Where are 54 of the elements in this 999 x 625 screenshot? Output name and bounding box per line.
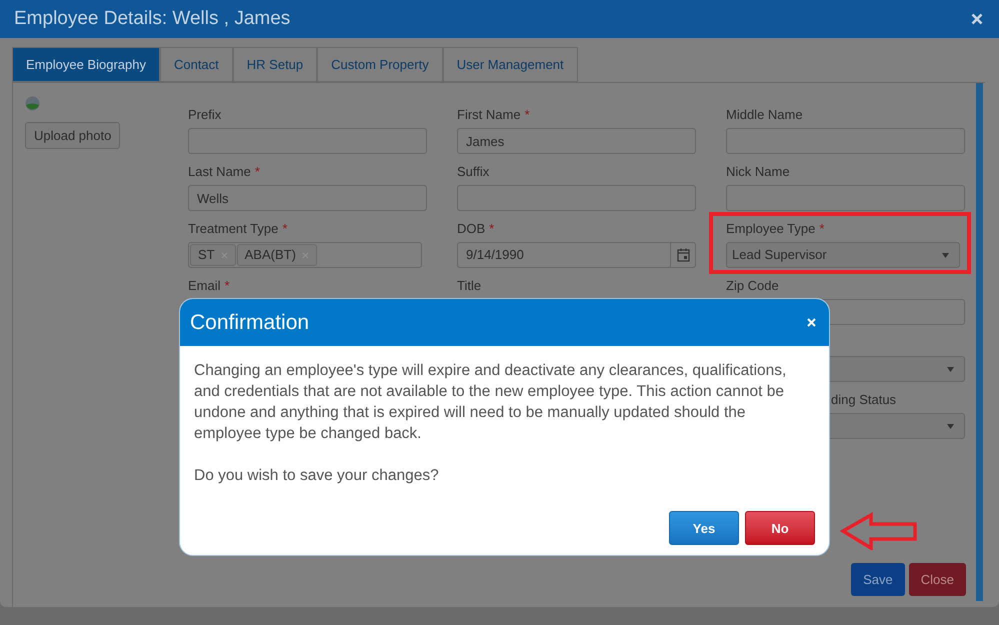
field-label: Nick Name bbox=[726, 162, 790, 181]
tab[interactable]: Employee Biography bbox=[12, 47, 160, 82]
upload-photo-button[interactable]: Upload photo bbox=[25, 122, 120, 149]
arrow-icon bbox=[840, 512, 918, 550]
window-title: Employee Details: Wells , James bbox=[14, 6, 290, 31]
field-label: Title bbox=[457, 276, 482, 295]
caret-icon bbox=[947, 366, 954, 372]
field-label: Last Name bbox=[188, 162, 251, 181]
field-label: Prefix bbox=[188, 106, 222, 124]
scrollbar[interactable] bbox=[976, 83, 983, 601]
tab[interactable]: Contact bbox=[160, 47, 233, 82]
caret-icon bbox=[947, 424, 954, 428]
field-label: Suffix bbox=[457, 162, 490, 181]
caret-icon bbox=[942, 252, 949, 258]
required-mark: * bbox=[524, 106, 530, 124]
dialog-title: Confirmation bbox=[190, 310, 310, 336]
field-label: Employee Type bbox=[726, 220, 816, 238]
field-label: Email bbox=[188, 276, 221, 295]
text-field[interactable] bbox=[457, 185, 696, 211]
photo-icon bbox=[25, 96, 40, 111]
close-button[interactable]: Close bbox=[908, 563, 966, 596]
select-value: Lead Supervisor bbox=[732, 246, 828, 264]
tab[interactable]: Custom Property bbox=[317, 47, 443, 82]
required-mark: * bbox=[254, 162, 260, 181]
text-field[interactable] bbox=[726, 185, 965, 211]
field-label: Treatment Type bbox=[188, 220, 278, 238]
close-icon[interactable] bbox=[971, 13, 983, 25]
required-mark: * bbox=[819, 220, 824, 238]
required-mark: * bbox=[489, 220, 494, 238]
field-label: DOB bbox=[457, 220, 486, 238]
dialog-message: Changing an employee's type will expire and deactivate any clearances, qualifications, and credentials that are not available to the new employee type. This action cannot be undone and anything that is expired will need to be manually updated should the employee type be changed back. bbox=[194, 361, 788, 444]
no-button[interactable]: No bbox=[745, 511, 815, 545]
text-field[interactable] bbox=[188, 128, 427, 154]
date-value: 9/14/1990 bbox=[465, 246, 525, 264]
required-mark: * bbox=[282, 220, 288, 238]
tags-field[interactable]: ST ABA(BT) bbox=[188, 242, 422, 268]
text-field[interactable] bbox=[726, 128, 965, 154]
date-field[interactable]: 9/14/1990 bbox=[457, 242, 696, 268]
dialog-question: Do you wish to save your changes? bbox=[194, 466, 440, 486]
field-label: ding Status bbox=[831, 390, 896, 409]
tag[interactable]: ABA(BT) bbox=[236, 244, 317, 266]
calendar-icon[interactable] bbox=[676, 248, 690, 262]
tag[interactable]: ST bbox=[190, 244, 236, 266]
tab[interactable]: User Management bbox=[442, 47, 578, 82]
text-field[interactable]: James bbox=[457, 128, 696, 154]
required-mark: * bbox=[224, 276, 230, 295]
field-label: Middle Name bbox=[726, 106, 803, 124]
save-button[interactable]: Save bbox=[851, 563, 905, 596]
field-label: Zip Code bbox=[726, 276, 779, 295]
select-field[interactable]: Lead Supervisor bbox=[726, 242, 960, 268]
text-field[interactable]: Wells bbox=[188, 185, 427, 211]
tab[interactable]: HR Setup bbox=[232, 47, 318, 82]
field-label: First Name bbox=[457, 106, 521, 124]
yes-button[interactable]: Yes bbox=[669, 511, 739, 545]
